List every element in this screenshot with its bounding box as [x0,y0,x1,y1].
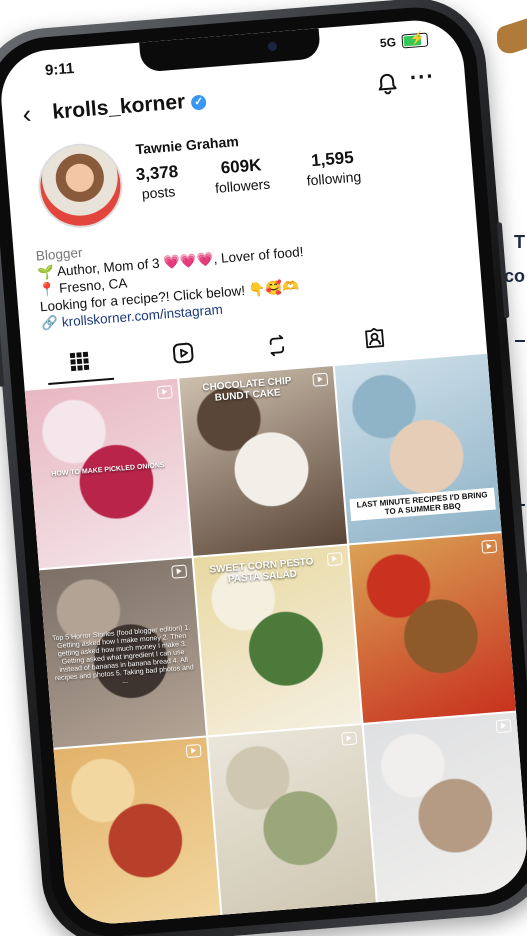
profile-name: Tawnie Graham [135,132,240,158]
avatar[interactable] [35,140,126,232]
reel-icon [340,731,357,746]
reel-icon [171,564,188,579]
decorative-shape [497,15,527,59]
post-caption: HOW TO MAKE PICKLED ONIONS [51,461,165,479]
stage: T co 9:11 5G ⚡ ‹ krolls_korner ✓ ··· Taw… [0,0,527,936]
screen: 9:11 5G ⚡ ‹ krolls_korner ✓ ··· Tawnie Gr… [0,16,527,928]
sprout-icon: 🌱 [36,264,55,281]
verified-badge-icon: ✓ [190,94,207,111]
stat-following[interactable]: 1,595 following [304,147,362,189]
stat-posts-value: 3,378 [134,161,179,185]
camera [267,41,278,52]
post-tile[interactable] [208,725,376,915]
tab-reposts-icon[interactable] [265,334,289,358]
post-grid: HOW TO MAKE PICKLED ONIONS CHOCOLATE CHI… [24,353,527,928]
reel-icon [157,385,174,400]
profile-bio: Blogger 🌱 Author, Mom of 3 💗💗💗, Lover of… [35,214,462,333]
post-tile[interactable] [53,737,221,928]
stat-posts[interactable]: 3,378 posts [135,162,180,202]
stat-followers[interactable]: 609K followers [213,155,271,196]
post-tile[interactable] [348,533,516,723]
back-arrow-icon[interactable]: ‹ [21,99,32,130]
post-tile[interactable]: LAST MINUTE RECIPES I'D BRING TO A SUMME… [334,353,502,544]
profile-username: krolls_korner ✓ [52,88,208,124]
side-dash [515,340,525,342]
username-text: krolls_korner [51,90,187,124]
stat-following-label: following [306,168,362,189]
post-caption: SWEET CORN PESTO PASTA SALAD [209,556,314,586]
post-tile[interactable] [363,712,527,903]
post-tile[interactable]: Top 5 Horror Stories (food blogger editi… [39,558,207,748]
side-text-2: co [503,266,525,286]
phone: 9:11 5G ⚡ ‹ krolls_korner ✓ ··· Tawnie Gr… [0,0,527,936]
post-tile[interactable]: HOW TO MAKE PICKLED ONIONS [24,378,192,569]
stat-posts-label: posts [141,183,176,202]
reel-icon [481,539,498,554]
status-time: 9:11 [44,59,75,80]
reel-icon [495,719,512,734]
post-tile[interactable]: SWEET CORN PESTO PASTA SALAD [193,545,362,736]
battery-icon: ⚡ [401,31,429,49]
post-caption: LAST MINUTE RECIPES I'D BRING TO A SUMME… [349,487,496,522]
reel-icon [185,743,202,759]
location-pin-icon: 📍 [38,281,57,298]
tab-tagged-icon[interactable] [363,326,387,350]
bell-icon[interactable] [376,72,398,101]
post-caption: CHOCOLATE CHIP BUNDT CAKE [201,375,292,404]
side-text-1: T [514,232,525,252]
tab-reels-icon[interactable] [171,341,195,365]
network-label: 5G [379,35,397,51]
reel-icon [326,552,343,567]
reel-icon [311,372,328,387]
post-tile[interactable]: CHOCOLATE CHIP BUNDT CAKE [179,366,347,556]
post-caption: Top 5 Horror Stories (food blogger editi… [51,624,195,686]
stat-followers-label: followers [214,175,271,196]
tab-grid-icon[interactable] [68,350,92,374]
link-icon: 🔗 [40,315,59,332]
more-options-icon[interactable]: ··· [409,63,436,91]
